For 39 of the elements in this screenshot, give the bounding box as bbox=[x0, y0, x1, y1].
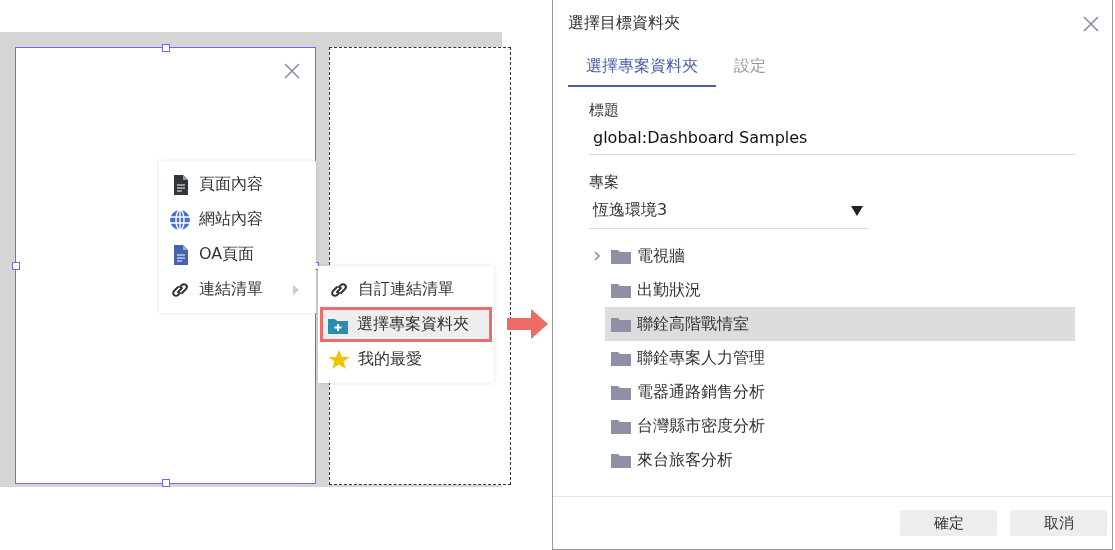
folder-icon bbox=[611, 316, 631, 332]
tab[interactable]: 選擇專案資料夾 bbox=[568, 52, 716, 87]
star-icon bbox=[328, 348, 350, 371]
menu-item[interactable]: 選擇專案資料夾 bbox=[320, 307, 492, 342]
folder-row[interactable]: 電視牆 bbox=[589, 239, 1076, 273]
dialog-button[interactable]: 確定 bbox=[900, 510, 997, 536]
arrow-drawing bbox=[505, 307, 550, 341]
title-field[interactable]: global:Dashboard Samples bbox=[589, 120, 1076, 155]
field-label: 標題 bbox=[589, 101, 620, 120]
folder-row[interactable]: 來台旅客分析 bbox=[589, 443, 1076, 477]
close-icon bbox=[283, 62, 301, 80]
folder-row[interactable]: 台灣縣市密度分析 bbox=[589, 409, 1076, 443]
close-button[interactable] bbox=[1082, 14, 1100, 33]
folder-icon bbox=[611, 452, 631, 468]
menu-item[interactable]: 我的最愛 bbox=[318, 342, 494, 377]
folder-icon bbox=[611, 350, 631, 366]
folder-row[interactable]: 電器通路銷售分析 bbox=[589, 375, 1076, 409]
project-dropdown[interactable]: 恆逸環境3 bbox=[589, 192, 869, 229]
caret-icon bbox=[851, 205, 863, 216]
menu-item[interactable]: 頁面內容 bbox=[159, 167, 316, 202]
close-icon bbox=[1082, 14, 1100, 33]
dialog-button[interactable]: 取消 bbox=[1010, 510, 1107, 536]
menu-item[interactable]: OA頁面 bbox=[159, 237, 316, 272]
folder-icon bbox=[611, 384, 631, 400]
dialog-title: 選擇目標資料夾 bbox=[568, 13, 680, 34]
menu-item[interactable]: 連結清單 bbox=[159, 272, 316, 307]
globe-icon bbox=[169, 208, 191, 231]
folder-icon bbox=[611, 282, 631, 298]
folder-icon bbox=[611, 248, 631, 264]
folder-row[interactable]: 出勤狀況 bbox=[589, 273, 1076, 307]
field-label: 專案 bbox=[589, 173, 620, 192]
resize-handle[interactable] bbox=[161, 44, 170, 52]
resize-handle[interactable] bbox=[12, 261, 20, 270]
folder-icon bbox=[611, 418, 631, 434]
resize-handle[interactable] bbox=[161, 479, 170, 487]
menu-item[interactable]: 網站內容 bbox=[159, 202, 316, 237]
menu-item[interactable]: 自訂連結清單 bbox=[318, 272, 494, 307]
folder-row[interactable]: 聯銓專案人力管理 bbox=[589, 341, 1076, 375]
folder-row[interactable]: 聯銓高階戰情室 bbox=[605, 307, 1075, 341]
